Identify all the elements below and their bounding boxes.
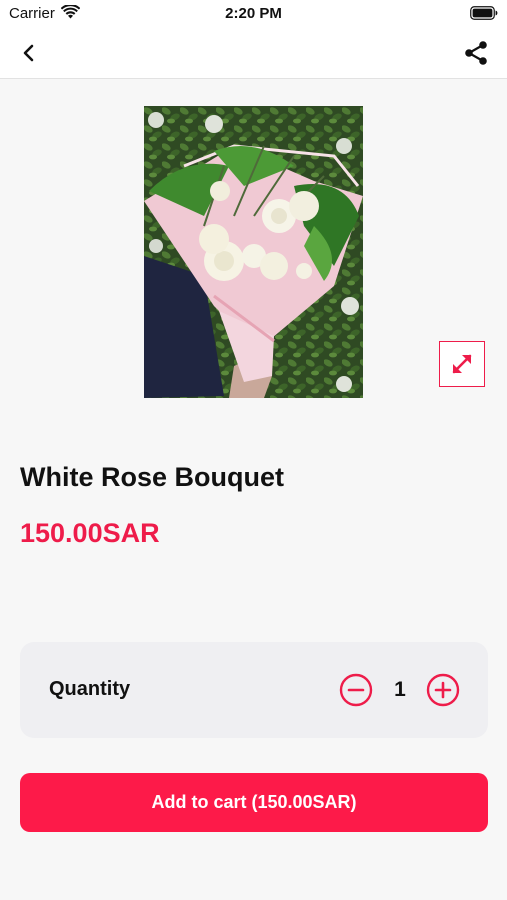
- add-to-cart-button[interactable]: Add to cart (150.00SAR): [20, 773, 488, 832]
- chevron-left-icon: [23, 44, 34, 62]
- expand-icon: [452, 354, 472, 374]
- expand-image-button[interactable]: [439, 341, 485, 387]
- status-time: 2:20 PM: [225, 5, 282, 22]
- status-bar: Carrier 2:20 PM: [0, 0, 507, 28]
- quantity-panel: Quantity 1: [20, 642, 488, 738]
- quantity-label: Quantity: [49, 678, 131, 700]
- product-price: 150.00SAR: [20, 518, 160, 548]
- plus-circle-icon: [426, 673, 460, 707]
- increase-quantity-button[interactable]: [426, 673, 460, 707]
- product-title: White Rose Bouquet: [20, 462, 284, 492]
- nav-bar: [0, 28, 507, 79]
- share-button[interactable]: [461, 38, 491, 68]
- product-image[interactable]: [144, 106, 363, 398]
- quantity-value: 1: [394, 678, 406, 701]
- bouquet-photo: [144, 106, 363, 398]
- decrease-quantity-button[interactable]: [339, 673, 373, 707]
- battery-icon: [470, 6, 498, 20]
- share-icon: [465, 41, 487, 65]
- minus-circle-icon: [339, 673, 373, 707]
- back-button[interactable]: [14, 38, 44, 68]
